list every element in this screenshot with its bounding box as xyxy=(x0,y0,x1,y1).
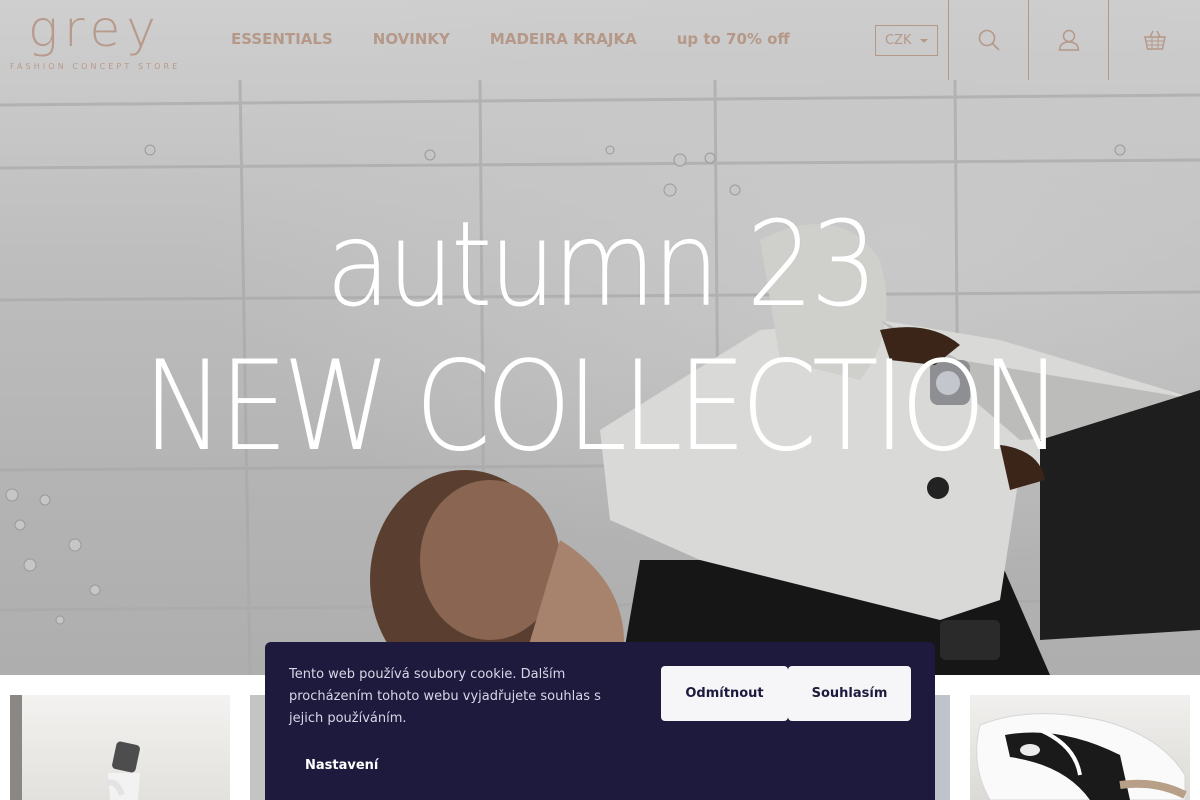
main-nav: ESSENTIALS NOVINKY MADEIRA KRAJKA up to … xyxy=(231,30,790,48)
currency-value: CZK xyxy=(885,33,912,48)
hero-heading-season: autumn 23 xyxy=(325,195,878,333)
nav-item-novinky[interactable]: NOVINKY xyxy=(373,30,450,48)
hero-banner[interactable]: autumn 23 NEW COLLECTION xyxy=(0,0,1200,675)
currency-select[interactable]: CZK xyxy=(875,25,938,56)
account-button[interactable] xyxy=(1028,0,1108,80)
caret-down-icon xyxy=(919,38,928,43)
cookie-settings-link[interactable]: Nastavení xyxy=(305,758,378,773)
search-icon xyxy=(978,29,1000,51)
product-image xyxy=(976,713,1187,800)
decline-cookies-button[interactable]: Odmítnout xyxy=(661,666,788,721)
user-icon xyxy=(1058,29,1079,51)
product-thumbnail[interactable] xyxy=(10,695,230,800)
cookie-consent-banner: Tento web používá soubory cookie. Dalším… xyxy=(265,642,935,800)
product-thumbnail[interactable] xyxy=(970,695,1190,800)
logo[interactable]: grey FASHION CONCEPT STORE xyxy=(10,0,200,74)
logo-tagline: FASHION CONCEPT STORE xyxy=(10,62,181,71)
cart-button[interactable] xyxy=(1108,0,1200,80)
product-image xyxy=(10,695,140,800)
nav-item-sale[interactable]: up to 70% off xyxy=(677,30,790,48)
nav-item-madeira-krajka[interactable]: MADEIRA KRAJKA xyxy=(490,30,637,48)
cookie-message: Tento web používá soubory cookie. Dalším… xyxy=(289,667,601,726)
search-button[interactable] xyxy=(948,0,1028,80)
site-header: grey FASHION CONCEPT STORE ESSENTIALS NO… xyxy=(0,0,1200,80)
basket-icon xyxy=(1143,30,1166,50)
hero-heading-collection: NEW COLLECTION xyxy=(142,335,1063,479)
accept-cookies-button[interactable]: Souhlasím xyxy=(788,666,911,721)
nav-item-essentials[interactable]: ESSENTIALS xyxy=(231,30,333,48)
logo-wordmark: grey xyxy=(28,0,162,58)
